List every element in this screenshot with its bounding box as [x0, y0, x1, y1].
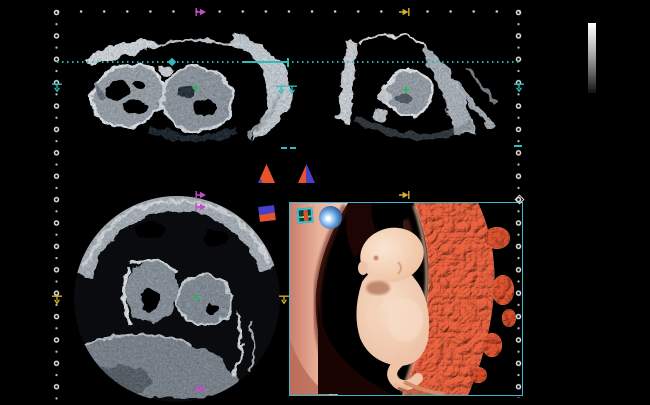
- panel-top-left[interactable]: [84, 33, 292, 141]
- divider-arrow-magenta-bottom[interactable]: [195, 384, 207, 394]
- trackball-sphere-icon: [319, 206, 342, 229]
- render-center-cursor-top-left[interactable]: [192, 84, 200, 92]
- caliper-dash-right: [514, 145, 522, 147]
- divider-arrow-magenta-top[interactable]: [195, 7, 207, 17]
- divider-arrow-magenta-mid-lower[interactable]: [195, 202, 207, 212]
- caliper-dash-b: [290, 147, 296, 149]
- ruler-left: [52, 8, 61, 402]
- render-direction-square-icon: [258, 205, 276, 222]
- focus-marker-yellow-left-ruler[interactable]: [51, 295, 63, 304]
- focus-marker-yellow-bottom-image[interactable]: [278, 295, 290, 304]
- divider-arrow-yellow-top[interactable]: [398, 7, 410, 17]
- caliper-dash-a: [281, 147, 287, 149]
- render-center-cursor-bottom-left[interactable]: [193, 294, 201, 302]
- panel-bottom-left[interactable]: [74, 196, 280, 402]
- render-panel-border: [289, 202, 523, 396]
- scan-plane-segment[interactable]: [243, 61, 288, 63]
- grayscale-map-bar: [588, 23, 596, 93]
- focus-marker-cyan-left-ruler[interactable]: [51, 83, 63, 92]
- scan-plane-end-bar: [287, 58, 289, 67]
- ruler-top: [56, 9, 520, 14]
- ultrasound-quad-screen: [0, 0, 650, 405]
- focus-marker-cyan-right-ruler[interactable]: [513, 83, 525, 92]
- divider-arrow-magenta-mid-upper[interactable]: [195, 190, 207, 200]
- panel-top-right[interactable]: [338, 35, 497, 136]
- focus-marker-cyan-image-b[interactable]: [286, 85, 298, 94]
- render-box-icon: [296, 207, 313, 223]
- render-center-cursor-top-right[interactable]: [402, 86, 410, 94]
- divider-arrow-yellow-mid[interactable]: [398, 190, 410, 200]
